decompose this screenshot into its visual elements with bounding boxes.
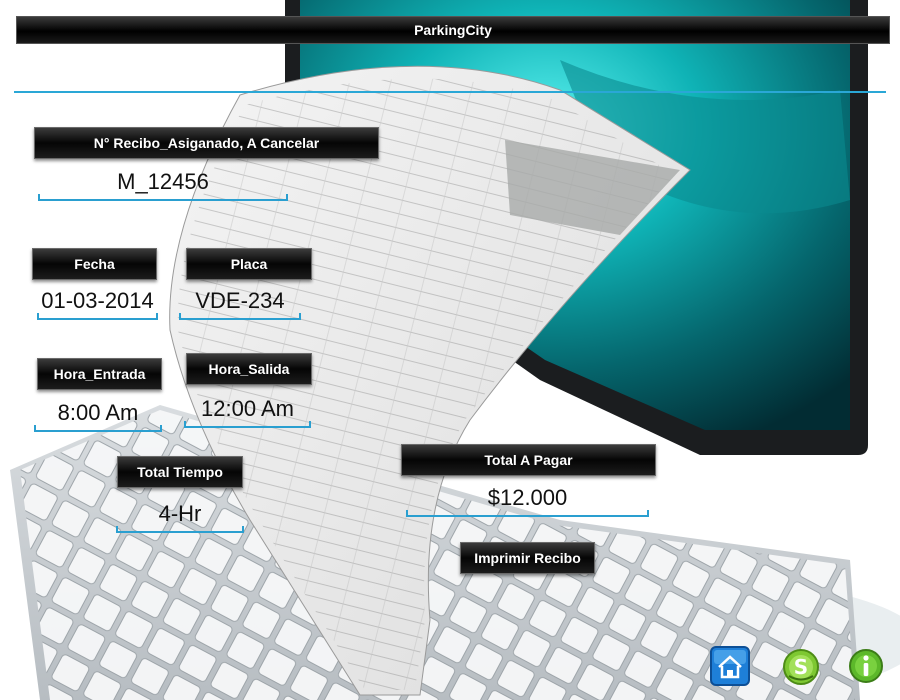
- exit-time-field[interactable]: 12:00 Am: [184, 392, 311, 428]
- plate-label: Placa: [186, 248, 312, 280]
- svg-text:S: S: [794, 655, 808, 679]
- receipt-number-field[interactable]: M_12456: [38, 165, 288, 201]
- total-time-field[interactable]: 4-Hr: [116, 497, 244, 533]
- exit-time-label: Hora_Salida: [186, 353, 312, 385]
- home-icon[interactable]: [710, 646, 750, 686]
- info-icon[interactable]: [848, 648, 884, 684]
- total-pay-label: Total A Pagar: [401, 444, 656, 476]
- print-receipt-button[interactable]: Imprimir Recibo: [460, 542, 595, 574]
- total-time-label: Total Tiempo: [117, 456, 243, 488]
- entry-time-field[interactable]: 8:00 Am: [34, 396, 162, 432]
- receipt-number-label: N° Recibo_Asiganado, A Cancelar: [34, 127, 379, 159]
- app-title-bar: ParkingCity: [16, 16, 890, 44]
- date-label: Fecha: [32, 248, 157, 280]
- date-field[interactable]: 01-03-2014: [37, 284, 158, 320]
- total-pay-field[interactable]: $12.000: [406, 481, 649, 517]
- app-title: ParkingCity: [414, 22, 492, 38]
- plate-field[interactable]: VDE-234: [179, 284, 301, 320]
- skype-icon[interactable]: S: [781, 647, 821, 687]
- header-divider: [14, 91, 886, 93]
- entry-time-label: Hora_Entrada: [37, 358, 162, 390]
- background-illustration: [10, 0, 900, 700]
